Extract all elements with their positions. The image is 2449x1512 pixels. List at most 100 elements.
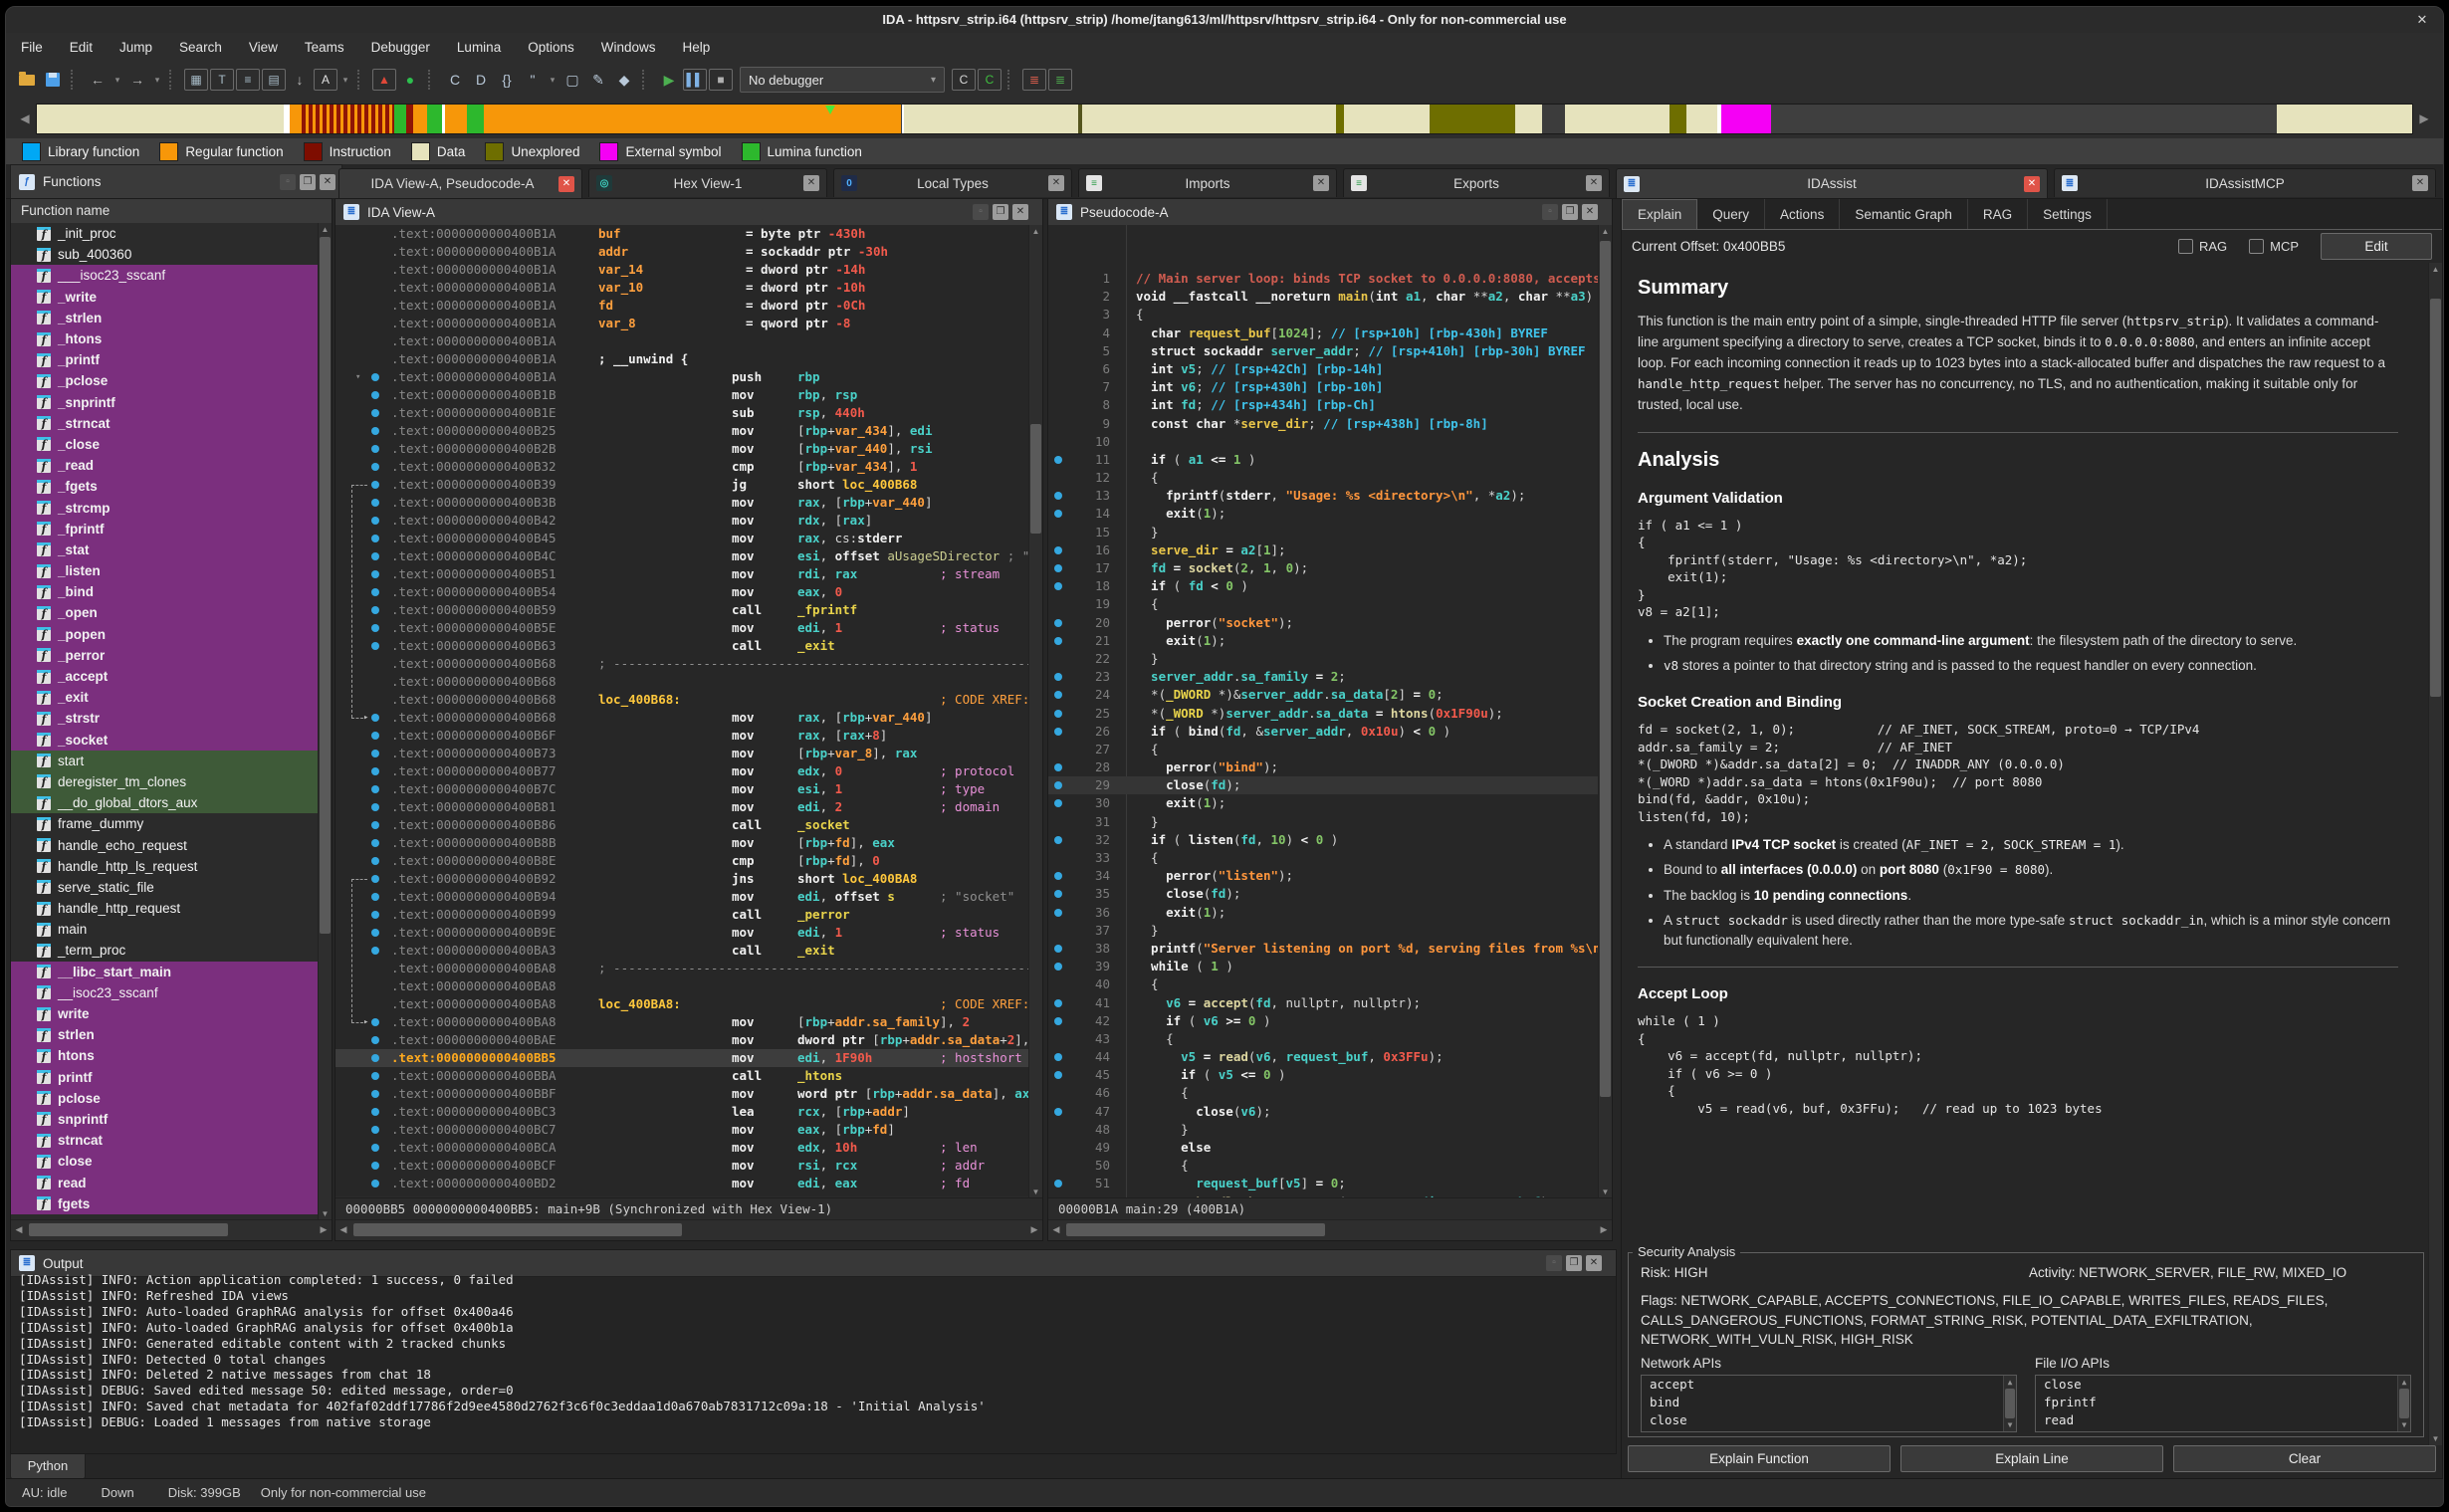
disasm-line[interactable]: .text:0000000000400B1Avar_10= dword ptr … [335,279,1029,297]
mcp-checkbox[interactable]: MCP [2249,239,2299,254]
menu-item-edit[interactable]: Edit [70,40,93,55]
function-row[interactable]: fprintf [11,1067,319,1088]
disasm-line[interactable]: .text:0000000000400B42movrdx, [rax] [335,512,1029,530]
disasm-line[interactable]: .text:0000000000400B6Fmovrax, [rax+8] [335,727,1029,745]
disasm-line[interactable]: .text:0000000000400B68loc_400B68:; CODE … [335,691,1029,709]
function-row[interactable]: f_init_proc [11,223,319,244]
navband-segment[interactable] [467,105,484,133]
strings-window-icon[interactable]: ≡ [236,69,260,91]
output-restore-icon[interactable]: ❐ [1566,1255,1582,1271]
tab-ida-view-a-pseudocode-a[interactable]: IDA View-A, Pseudocode-A✕ [338,168,582,198]
jump-address-icon[interactable]: ↓ [288,68,312,92]
navband-segment[interactable] [1565,105,1670,133]
idassist-tab-semantic-graph[interactable]: Semantic Graph [1840,199,1968,229]
navband-segment[interactable] [1670,105,1686,133]
disasm-line[interactable]: .text:0000000000400B1Abuf= byte ptr -430… [335,225,1029,243]
log-line[interactable]: [IDAssist] INFO: Auto-loaded GraphRAG an… [19,1320,1608,1336]
pseudocode-line[interactable]: 29 close(fd); [1048,776,1599,794]
disasm-line[interactable]: .text:0000000000400BA3call_exit [335,942,1029,960]
function-row[interactable]: f_term_proc [11,940,319,961]
string-dropdown-icon[interactable]: ▾ [547,68,558,92]
output-close-icon[interactable]: ✕ [1586,1255,1602,1271]
script-command-icon[interactable]: ≣ [1048,69,1072,91]
function-row[interactable]: fmain [11,919,319,940]
navband-right-arrow-icon[interactable]: ▶ [2417,108,2431,129]
function-row[interactable]: f_strncat [11,413,319,434]
disasm-line[interactable]: .text:0000000000400B1Avar_14= dword ptr … [335,261,1029,279]
navband-segment[interactable] [1515,105,1541,133]
tab-close-icon[interactable]: ✕ [558,176,574,192]
disasm-line[interactable]: .text:0000000000400B5Emovedi, 1; status [335,619,1029,637]
scroll-left-icon[interactable]: ◀ [1048,1220,1064,1239]
function-row[interactable]: f_fprintf [11,519,319,540]
log-line[interactable]: [IDAssist] DEBUG: Loaded 1 messages from… [19,1414,1608,1430]
function-row[interactable]: fstrncat [11,1130,319,1151]
diamond-icon[interactable]: ◆ [612,68,636,92]
functions-hscrollbar[interactable]: ◀ ▶ [11,1219,332,1240]
navband-segment[interactable] [1721,105,1771,133]
tab-local-types[interactable]: 0Local Types✕ [833,168,1072,197]
pseudocode-line[interactable]: 27 { [1048,741,1599,758]
function-row[interactable]: fread [11,1172,319,1192]
function-row[interactable]: f_close [11,434,319,455]
edit-patch-icon[interactable]: ✎ [586,68,610,92]
back-icon[interactable]: ← [86,68,110,92]
pseudocode-line[interactable]: 15 } [1048,524,1599,541]
tab-idassistmcp[interactable]: ≣IDAssistMCP✕ [2054,168,2436,197]
scroll-left-icon[interactable]: ◀ [11,1220,27,1239]
back-dropdown-icon[interactable]: ▾ [111,68,123,92]
disasm-line[interactable]: .text:0000000000400BD2movedi, eax; fd [335,1175,1029,1192]
disasm-line[interactable]: .text:0000000000400B7Cmovesi, 1; type [335,780,1029,798]
close-icon[interactable]: ✕ [2413,11,2431,29]
scroll-up-icon[interactable]: ▲ [319,223,332,236]
output-log[interactable]: [IDAssist] INFO: Action application comp… [11,1272,1616,1453]
pseudocode-line[interactable]: 36 exit(1); [1048,904,1599,922]
function-row[interactable]: f__do_global_dtors_aux [11,792,319,813]
disasm-line[interactable]: .text:0000000000400BA8loc_400BA8:; CODE … [335,995,1029,1013]
disasm-line[interactable]: .text:0000000000400B94movedi, offset s; … [335,888,1029,906]
disasm-line[interactable]: .text:0000000000400B1A; __unwind { [335,350,1029,368]
disasm-line[interactable]: .text:0000000000400B73mov[rbp+var_8], ra… [335,745,1029,762]
disasm-line[interactable]: .text:0000000000400B59call_fprintf [335,601,1029,619]
navband-segment[interactable] [1542,105,1566,133]
pseudocode-line[interactable]: 2void __fastcall __noreturn main(int a1,… [1048,288,1599,306]
continue-process-icon[interactable]: C [978,69,1002,91]
disasm-line[interactable]: .text:0000000000400BC7moveax, [rbp+fd] [335,1121,1029,1139]
pseudocode-line[interactable]: 20 perror("socket"); [1048,614,1599,632]
pseudocode-line[interactable]: 30 exit(1); [1048,794,1599,812]
debugger-select[interactable]: No debugger▾ [740,67,945,93]
functions-column-header[interactable]: Function name [11,199,332,224]
functions-vscrollbar[interactable]: ▲ ▼ [318,223,332,1220]
function-row[interactable]: f_bind [11,581,319,602]
disasm-line[interactable]: .text:0000000000400B77movedx, 0; protoco… [335,762,1029,780]
ida-view-pin-icon[interactable]: ▫ [973,204,989,220]
function-row[interactable]: f_listen [11,560,319,581]
disasm-line[interactable]: .text:0000000000400BB5movedi, 1F90h; hos… [335,1049,1029,1067]
log-line[interactable]: [IDAssist] INFO: Action application comp… [19,1272,1608,1288]
disasm-line[interactable]: .text:0000000000400BA8 [335,977,1029,995]
navband-segment[interactable] [1344,105,1430,133]
functions-restore-icon[interactable]: ❐ [300,174,316,190]
tab-close-icon[interactable]: ✕ [1048,175,1064,191]
disasm-line[interactable]: .text:0000000000400B99call_perror [335,906,1029,924]
ida-view-title-bar[interactable]: ≣ IDA View-A ▫ ❐ ✕ [335,199,1042,226]
ida-view-hscrollbar[interactable]: ◀ ▶ [335,1219,1042,1240]
pseudocode-line[interactable]: 7 int v6; // [rsp+430h] [rbp-10h] [1048,378,1599,396]
function-row[interactable]: f_accept [11,666,319,687]
remote-debug-icon[interactable]: C [952,69,976,91]
function-row[interactable]: f_pclose [11,370,319,391]
disasm-line[interactable]: .text:0000000000400B1Aaddr= sockaddr ptr… [335,243,1029,261]
pseudocode-line[interactable]: 12 { [1048,469,1599,487]
api-list-scrollbar[interactable]: ▲▼ [2003,1376,2016,1431]
navband-segment[interactable] [445,105,466,133]
explain-line-button[interactable]: Explain Line [1900,1445,2163,1472]
output-pin-icon[interactable]: ▫ [1546,1255,1562,1271]
tab-imports[interactable]: ≡Imports✕ [1078,168,1337,197]
scroll-down-icon[interactable]: ▼ [2429,1432,2442,1445]
disasm-line[interactable]: .text:0000000000400B68; ----------------… [335,655,1029,673]
function-row[interactable]: f_socket [11,730,319,751]
pseudocode-line[interactable]: 47 close(v6); [1048,1103,1599,1121]
log-line[interactable]: [IDAssist] DEBUG: Saved edited message 5… [19,1383,1608,1399]
pseudocode-line[interactable]: 39 while ( 1 ) [1048,958,1599,975]
pseudocode-line[interactable]: 48 } [1048,1121,1599,1139]
